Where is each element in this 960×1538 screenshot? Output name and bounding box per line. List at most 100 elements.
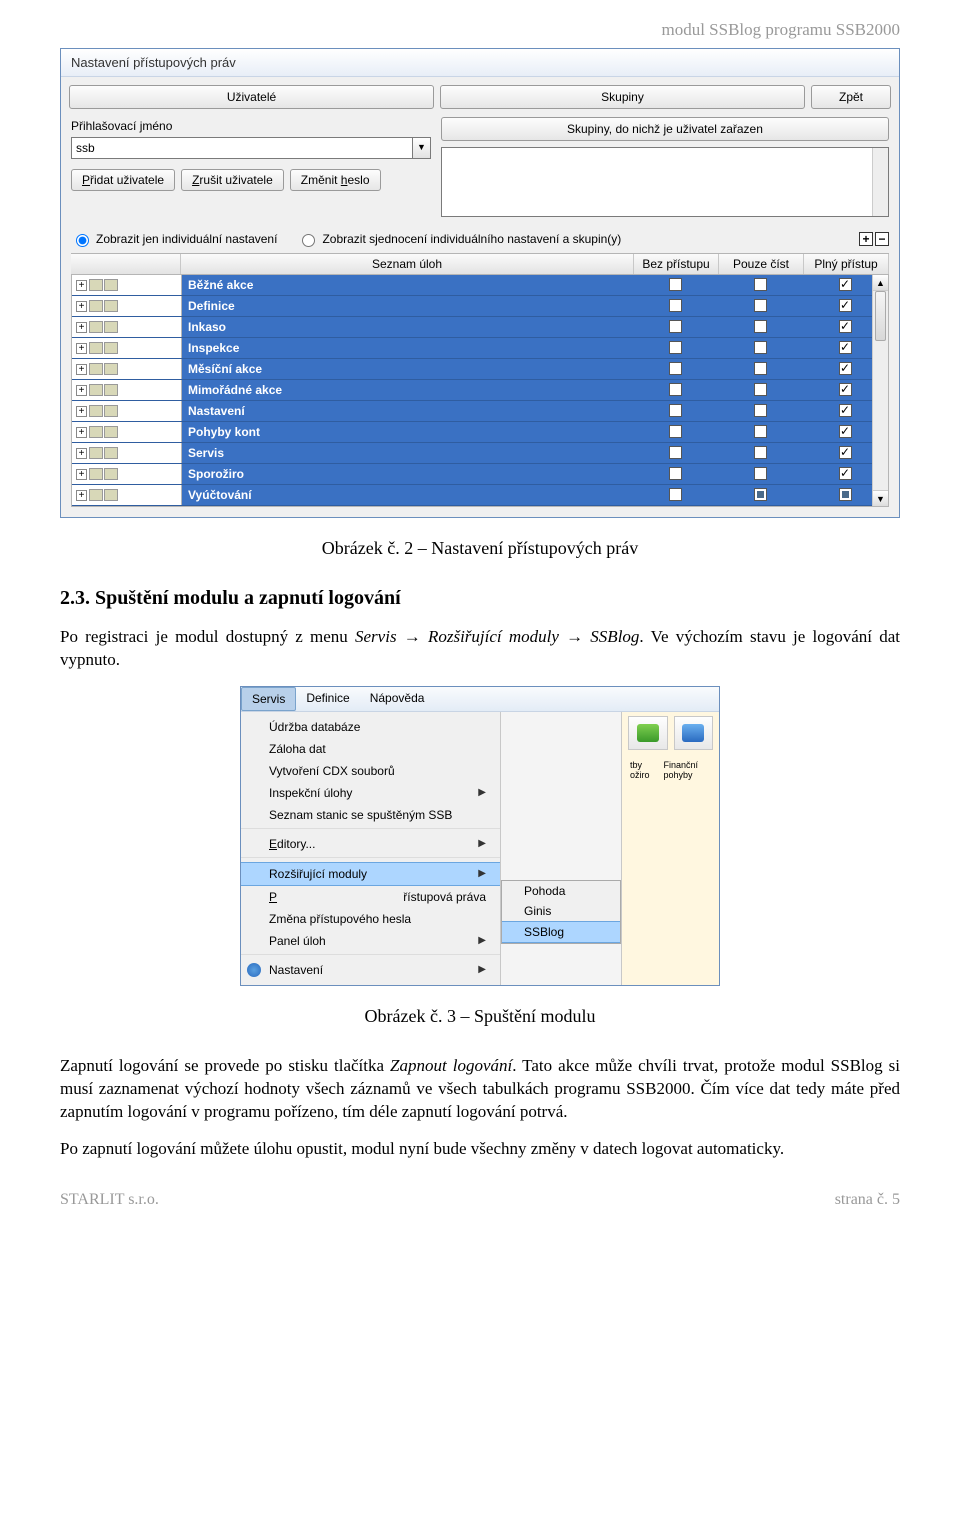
checkbox-icon[interactable] (754, 446, 767, 459)
checkbox-icon[interactable] (754, 299, 767, 312)
checkbox-icon[interactable] (754, 362, 767, 375)
menu-napoveda[interactable]: Nápověda (360, 687, 435, 711)
checkbox-icon[interactable] (669, 404, 682, 417)
menu-item-zmena[interactable]: Změna přístupového hesla (241, 908, 500, 930)
checkbox-cell[interactable] (633, 275, 718, 295)
checkbox-icon[interactable] (754, 278, 767, 291)
checkbox-icon[interactable] (754, 341, 767, 354)
tree-cell[interactable]: + (72, 443, 182, 463)
checkbox-icon[interactable] (669, 299, 682, 312)
checkbox-icon[interactable] (839, 404, 852, 417)
tree-cell[interactable]: + (72, 275, 182, 295)
expand-icon[interactable]: + (76, 385, 87, 396)
expand-icon[interactable]: + (76, 448, 87, 459)
login-input[interactable] (71, 137, 413, 159)
tree-cell[interactable]: + (72, 359, 182, 379)
checkbox-cell[interactable] (633, 422, 718, 442)
checkbox-cell[interactable] (633, 359, 718, 379)
checkbox-cell[interactable] (633, 464, 718, 484)
remove-user-button[interactable]: Zrušit uživatele (181, 169, 284, 191)
checkbox-cell[interactable] (718, 443, 803, 463)
grid-row[interactable]: +Měsíční akce (72, 359, 888, 380)
grid-scrollbar[interactable]: ▲ ▼ (872, 275, 888, 506)
checkbox-cell[interactable] (633, 380, 718, 400)
checkbox-icon[interactable] (669, 383, 682, 396)
dropdown-arrow-icon[interactable]: ▼ (413, 137, 431, 159)
checkbox-cell[interactable] (718, 485, 803, 505)
checkbox-icon[interactable] (754, 320, 767, 333)
expand-icon[interactable]: + (76, 406, 87, 417)
checkbox-cell[interactable] (718, 401, 803, 421)
scroll-up-icon[interactable]: ▲ (873, 275, 888, 291)
scrollbar[interactable] (872, 148, 888, 216)
toolbar-icon-1[interactable] (628, 716, 668, 750)
checkbox-cell[interactable] (718, 275, 803, 295)
expand-icon[interactable]: + (76, 490, 87, 501)
back-button[interactable]: Zpět (811, 85, 891, 109)
checkbox-cell[interactable] (633, 338, 718, 358)
tree-cell[interactable]: + (72, 464, 182, 484)
expand-icon[interactable]: + (76, 469, 87, 480)
menu-item-editory[interactable]: Editory...▶ (241, 833, 500, 858)
grid-row[interactable]: +Definice (72, 296, 888, 317)
checkbox-icon[interactable] (669, 446, 682, 459)
checkbox-icon[interactable] (839, 488, 852, 501)
grid-row[interactable]: +Nastavení (72, 401, 888, 422)
checkbox-icon[interactable] (839, 383, 852, 396)
menu-servis[interactable]: Servis (241, 687, 296, 711)
checkbox-icon[interactable] (669, 278, 682, 291)
checkbox-icon[interactable] (754, 467, 767, 480)
checkbox-icon[interactable] (839, 425, 852, 438)
checkbox-icon[interactable] (669, 467, 682, 480)
grid-row[interactable]: +Mimořádné akce (72, 380, 888, 401)
checkbox-icon[interactable] (839, 467, 852, 480)
checkbox-icon[interactable] (669, 320, 682, 333)
checkbox-icon[interactable] (754, 404, 767, 417)
tree-cell[interactable]: + (72, 317, 182, 337)
checkbox-icon[interactable] (839, 299, 852, 312)
checkbox-icon[interactable] (669, 341, 682, 354)
tab-users[interactable]: Uživatelé (69, 85, 434, 109)
expand-icon[interactable]: + (76, 280, 87, 291)
tree-cell[interactable]: + (72, 422, 182, 442)
tree-cell[interactable]: + (72, 401, 182, 421)
checkbox-cell[interactable] (718, 380, 803, 400)
checkbox-cell[interactable] (633, 485, 718, 505)
checkbox-cell[interactable] (718, 296, 803, 316)
radio-individual[interactable]: Zobrazit jen individuální nastavení (71, 231, 277, 247)
checkbox-cell[interactable] (718, 338, 803, 358)
radio-union[interactable]: Zobrazit sjednocení individuálního nasta… (297, 231, 621, 247)
grid-row[interactable]: +Běžné akce (72, 275, 888, 296)
checkbox-cell[interactable] (633, 317, 718, 337)
checkbox-cell[interactable] (718, 317, 803, 337)
checkbox-icon[interactable] (839, 341, 852, 354)
radio-individual-input[interactable] (76, 234, 89, 247)
expand-icon[interactable]: + (76, 343, 87, 354)
grid-row[interactable]: +Inspekce (72, 338, 888, 359)
tree-cell[interactable]: + (72, 485, 182, 505)
submenu-ssblog[interactable]: SSBlog (502, 921, 620, 943)
menu-item-nastaveni[interactable]: Nastavení▶ (241, 959, 500, 981)
menu-item-rozsirujici[interactable]: Rozšiřující moduly▶ (241, 862, 500, 886)
tree-cell[interactable]: + (72, 296, 182, 316)
menu-definice[interactable]: Definice (296, 687, 359, 711)
tab-groups[interactable]: Skupiny (440, 85, 805, 109)
expand-icon[interactable]: + (76, 322, 87, 333)
grid-row[interactable]: +Inkaso (72, 317, 888, 338)
checkbox-cell[interactable] (718, 359, 803, 379)
grid-row[interactable]: +Vyúčtování (72, 485, 888, 506)
checkbox-cell[interactable] (633, 401, 718, 421)
tree-cell[interactable]: + (72, 380, 182, 400)
checkbox-icon[interactable] (839, 278, 852, 291)
groups-listbox[interactable] (441, 147, 889, 217)
checkbox-icon[interactable] (669, 362, 682, 375)
scroll-thumb[interactable] (875, 291, 886, 341)
checkbox-icon[interactable] (754, 488, 767, 501)
menu-item-panel[interactable]: Panel úloh▶ (241, 930, 500, 955)
checkbox-cell[interactable] (718, 422, 803, 442)
scroll-down-icon[interactable]: ▼ (873, 490, 888, 506)
change-password-button[interactable]: Změnit heslo (290, 169, 381, 191)
user-groups-button[interactable]: Skupiny, do nichž je uživatel zařazen (441, 117, 889, 141)
menu-item-seznam[interactable]: Seznam stanic se spuštěným SSB (241, 804, 500, 829)
checkbox-icon[interactable] (669, 425, 682, 438)
